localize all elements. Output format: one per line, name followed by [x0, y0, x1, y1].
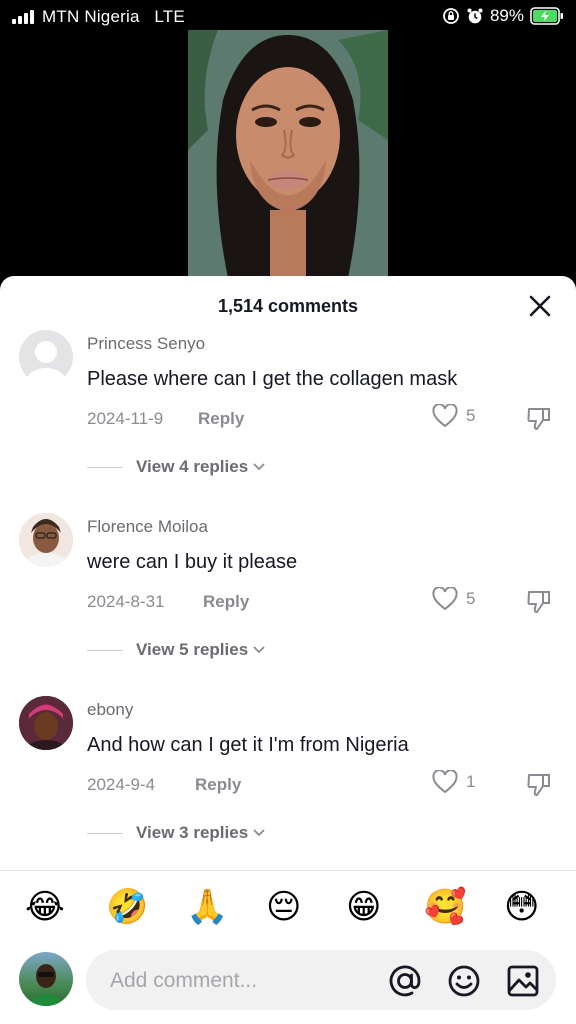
alarm-icon [467, 8, 483, 24]
heart-icon [432, 587, 458, 611]
mention-icon[interactable] [388, 964, 422, 998]
view-replies-label: View 5 replies [136, 640, 249, 659]
comments-count-title: 1,514 comments [217, 296, 359, 316]
dislike-icon[interactable] [526, 589, 552, 615]
comment-input[interactable] [108, 950, 362, 1012]
battery-percent: 89% [489, 6, 524, 25]
dislike-icon[interactable] [526, 772, 552, 798]
comment-input-box[interactable] [86, 950, 556, 1012]
comment-text[interactable]: were can I buy it please [87, 551, 297, 574]
network-type: LTE [154, 7, 185, 26]
view-replies-label: View 3 replies [136, 823, 249, 842]
chevron-down-icon [253, 646, 265, 654]
view-replies-button[interactable]: View 5 replies [87, 640, 266, 660]
my-avatar[interactable] [19, 952, 73, 1006]
comment-date: 2024-11-9 [87, 409, 164, 428]
chevron-down-icon [253, 829, 265, 837]
replies-divider [87, 649, 123, 651]
comment-date: 2024-9-4 [87, 775, 156, 794]
emoji-quick-bar: 😂 🤣 🙏 😔 😁 🥰 😳 [0, 870, 576, 941]
comment-date: 2024-8-31 [87, 592, 165, 611]
comment-text[interactable]: And how can I get it I'm from Nigeria [87, 734, 409, 757]
emoji-rofl[interactable]: 🤣 [106, 887, 148, 927]
close-icon[interactable] [528, 294, 552, 318]
carrier-name: MTN Nigeria [42, 7, 140, 26]
avatar[interactable] [19, 513, 73, 567]
replies-divider [87, 832, 123, 834]
signal-icon [12, 10, 34, 24]
like-count: 5 [466, 406, 476, 425]
comment-input-row [0, 940, 576, 1024]
heart-icon [432, 770, 458, 794]
emoji-icon[interactable] [447, 964, 481, 998]
emoji-grin[interactable]: 😁 [346, 887, 381, 927]
chevron-down-icon [253, 463, 265, 471]
reply-button[interactable]: Reply [195, 775, 241, 795]
like-button[interactable]: 5 [432, 404, 475, 428]
image-icon[interactable] [506, 964, 540, 998]
reply-button[interactable]: Reply [198, 409, 244, 429]
battery-charging-icon [530, 7, 563, 25]
like-button[interactable]: 1 [432, 770, 475, 794]
like-count: 5 [466, 589, 476, 608]
comment-author[interactable]: ebony [87, 700, 133, 720]
emoji-tears-of-joy[interactable]: 😂 [25, 887, 65, 927]
avatar[interactable] [19, 330, 73, 384]
reply-button[interactable]: Reply [203, 592, 249, 612]
comment-author[interactable]: Princess Senyo [87, 334, 205, 354]
view-replies-button[interactable]: View 4 replies [87, 457, 266, 477]
heart-icon [432, 404, 458, 428]
emoji-pensive[interactable]: 😔 [266, 887, 301, 927]
like-button[interactable]: 5 [432, 587, 475, 611]
emoji-flushed[interactable]: 😳 [504, 887, 539, 927]
view-replies-label: View 4 replies [136, 457, 249, 476]
emoji-smiling-hearts[interactable]: 🥰 [424, 887, 466, 927]
video-player[interactable] [188, 30, 388, 278]
dislike-icon[interactable] [526, 406, 552, 432]
video-frame-image [188, 30, 388, 278]
avatar[interactable] [19, 696, 73, 750]
rotation-lock-icon [443, 8, 459, 24]
emoji-pray[interactable]: 🙏 [186, 887, 228, 927]
view-replies-button[interactable]: View 3 replies [87, 823, 266, 843]
like-count: 1 [466, 772, 476, 791]
comment-author[interactable]: Florence Moiloa [87, 517, 208, 537]
status-bar: MTN Nigeria LTE 89% [0, 0, 576, 32]
comment-text[interactable]: Please where can I get the collagen mask [87, 368, 457, 391]
replies-divider [87, 466, 123, 468]
